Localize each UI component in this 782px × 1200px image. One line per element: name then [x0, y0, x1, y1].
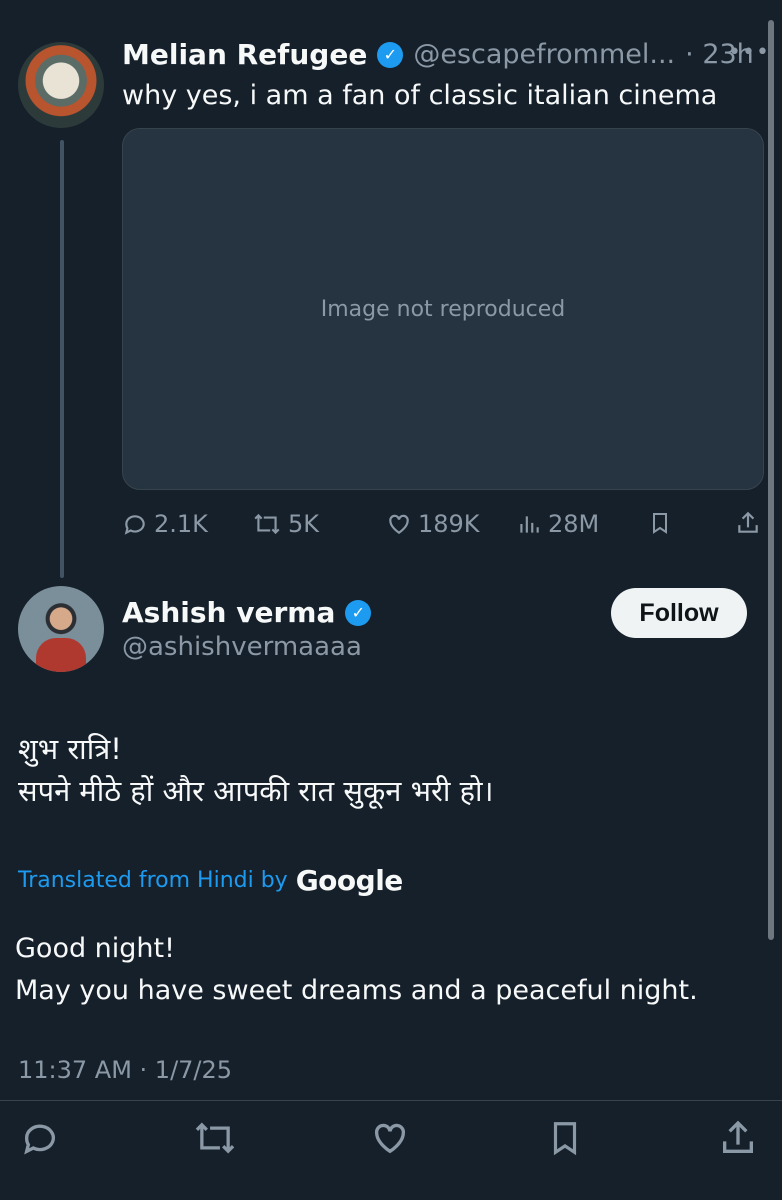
more-options-icon[interactable]: •••	[728, 40, 770, 65]
media-placeholder-label: Image not reproduced	[320, 296, 566, 322]
repost-icon	[195, 1122, 235, 1154]
like-icon	[389, 514, 409, 534]
post1-media-placeholder[interactable]: Image not reproduced	[122, 128, 764, 490]
like-button-main[interactable]	[370, 1118, 410, 1162]
translated-label[interactable]: Translated from Hindi by	[18, 868, 288, 893]
post2-handle[interactable]: @ashishvermaaaa	[122, 632, 362, 662]
bookmark-button[interactable]	[648, 510, 672, 536]
reply-icon	[24, 1124, 55, 1155]
views-count: 28M	[548, 510, 600, 538]
scrollbar[interactable]	[768, 20, 774, 940]
follow-button[interactable]: Follow	[611, 588, 747, 638]
bookmark-icon	[553, 1122, 577, 1156]
share-button[interactable]	[735, 510, 761, 536]
repost-button-main[interactable]	[192, 1118, 238, 1162]
bookmark-icon	[653, 513, 667, 534]
views-button[interactable]: 28M	[516, 510, 599, 538]
post1-text: why yes, i am a fan of classic italian c…	[122, 80, 718, 111]
google-logo: Google	[295, 864, 404, 897]
post2-hindi-text: शुभ रात्रि! सपने मीठे हों और आपकी रात सु…	[18, 732, 494, 808]
avatar-ashish-verma[interactable]	[18, 586, 104, 672]
reply-button-main[interactable]	[20, 1118, 60, 1162]
thread-line	[60, 140, 64, 578]
post2-header: Ashish verma ✓	[122, 596, 372, 629]
repost-icon	[254, 513, 280, 535]
like-count: 189K	[418, 510, 480, 538]
reply-button[interactable]: 2.1K	[122, 510, 208, 538]
post2-author-name[interactable]: Ashish verma	[122, 596, 335, 629]
repost-count: 5K	[288, 510, 320, 538]
post2-english-text: Good night! May you have sweet dreams an…	[15, 933, 698, 1006]
repost-button[interactable]: 5K	[252, 510, 319, 538]
bookmark-button-main[interactable]	[546, 1118, 584, 1162]
reply-count: 2.1K	[154, 510, 208, 538]
views-icon	[520, 516, 539, 533]
post1-author-name[interactable]: Melian Refugee	[122, 38, 367, 71]
post2-timestamp[interactable]: 11:37 AM · 1/7/25	[18, 1056, 232, 1084]
post1-handle[interactable]: @escapefrommel...	[413, 39, 675, 70]
share-button-main[interactable]	[718, 1118, 758, 1162]
translation-attribution: Translated from Hindi by Google	[18, 864, 403, 897]
post1-header: Melian Refugee ✓ @escapefrommel... · 23h	[122, 38, 754, 71]
divider	[0, 1100, 782, 1101]
share-icon	[738, 511, 758, 533]
share-icon	[723, 1120, 753, 1153]
like-icon	[374, 1123, 406, 1154]
like-button[interactable]: 189K	[386, 510, 480, 538]
verified-badge-icon: ✓	[345, 599, 372, 626]
reply-icon	[124, 515, 145, 535]
verified-badge-icon: ✓	[377, 41, 404, 68]
avatar-melian-refugee[interactable]	[18, 42, 104, 128]
